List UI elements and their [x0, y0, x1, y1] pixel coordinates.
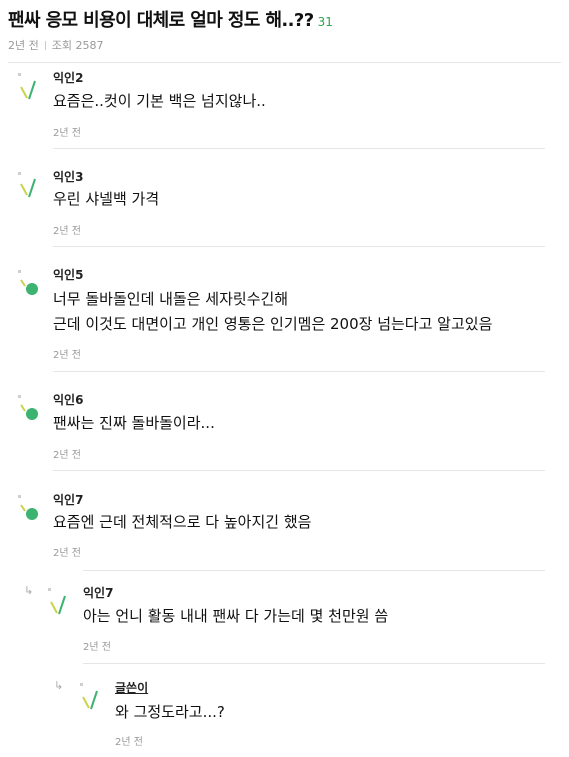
avatar-dot-icon [18, 495, 38, 520]
comment-item: 익인6 팬싸는 진짜 돌바돌이라... 2년 전 [18, 391, 545, 471]
comment-divider [53, 246, 545, 247]
comment-text: 와 그정도라고...? [115, 703, 225, 721]
post-meta: 2년 전 조회 2587 [8, 37, 103, 53]
comment-divider [83, 570, 545, 571]
avatar-stick-icon [18, 73, 36, 100]
avatar-dot-icon [18, 270, 38, 295]
comment-divider [83, 663, 545, 664]
comment-text: 너무 돌바돌인데 내돌은 세자릿수긴해 [53, 290, 289, 308]
comment-item: 익인7 요즘엔 근데 전체적으로 다 높아지긴 했음 2년 전 [18, 491, 545, 571]
comment-text: 요즘엔 근데 전체적으로 다 높아지긴 했음 [53, 513, 312, 531]
post-header: 팬싸 응모 비용이 대체로 얼마 정도 해..?? 31 [8, 6, 333, 32]
comment-author[interactable]: 익인5 [53, 266, 83, 283]
comment-time: 2년 전 [53, 226, 81, 237]
comment-text: 팬싸는 진짜 돌바돌이라... [53, 414, 215, 432]
avatar-stick-icon [80, 683, 98, 710]
comment-divider [53, 371, 545, 372]
post-time: 2년 전 [8, 39, 39, 52]
comment-text: 요즘은..컷이 기본 백은 넘지않나.. [53, 92, 266, 110]
comment-author[interactable]: 익인2 [53, 69, 83, 86]
comment-time: 2년 전 [53, 548, 81, 559]
reply-arrow-icon: ↳ [24, 584, 34, 597]
comment-count[interactable]: 31 [318, 15, 333, 29]
comment-time: 2년 전 [83, 642, 111, 653]
comment-time: 2년 전 [53, 450, 81, 461]
comment-author[interactable]: 익인7 [53, 491, 83, 508]
comment-time: 2년 전 [53, 128, 81, 139]
comment-text: 아는 언니 활동 내내 팬싸 다 가는데 몇 천만원 씀 [83, 607, 389, 625]
comment-time: 2년 전 [53, 350, 81, 361]
comment-author-op[interactable]: 글쓴이 [115, 679, 148, 696]
comment-text: 근데 이것도 대면이고 개인 영통은 인기멤은 200장 넘는다고 알고있음 [53, 315, 493, 333]
comment-text: 우린 샤넬백 가격 [53, 190, 160, 208]
comment-author[interactable]: 익인6 [53, 391, 83, 408]
comment-author[interactable]: 익인3 [53, 168, 83, 185]
comment-time: 2년 전 [115, 737, 143, 748]
avatar-stick-icon [48, 588, 66, 615]
comment-divider [53, 148, 545, 149]
comment-item: 익인3 우린 샤넬백 가격 2년 전 [18, 168, 545, 248]
comment-author[interactable]: 익인7 [83, 584, 113, 601]
meta-divider [44, 41, 46, 50]
comment-item: 익인2 요즘은..컷이 기본 백은 넘지않나.. 2년 전 [18, 69, 545, 149]
avatar-stick-icon [18, 172, 36, 198]
header-divider [8, 62, 561, 63]
view-count: 조회 2587 [51, 39, 104, 52]
post-title: 팬싸 응모 비용이 대체로 얼마 정도 해..?? [8, 10, 314, 31]
reply-arrow-icon: ↳ [54, 679, 64, 692]
comment-divider [53, 470, 545, 471]
reply-item: 글쓴이 와 그정도라고...? 2년 전 [80, 679, 545, 751]
avatar-dot-icon [18, 395, 38, 420]
comment-item: 익인5 너무 돌바돌인데 내돌은 세자릿수긴해 근데 이것도 대면이고 개인 영… [18, 266, 545, 372]
reply-item: 익인7 아는 언니 활동 내내 팬싸 다 가는데 몇 천만원 씀 2년 전 [48, 584, 545, 664]
